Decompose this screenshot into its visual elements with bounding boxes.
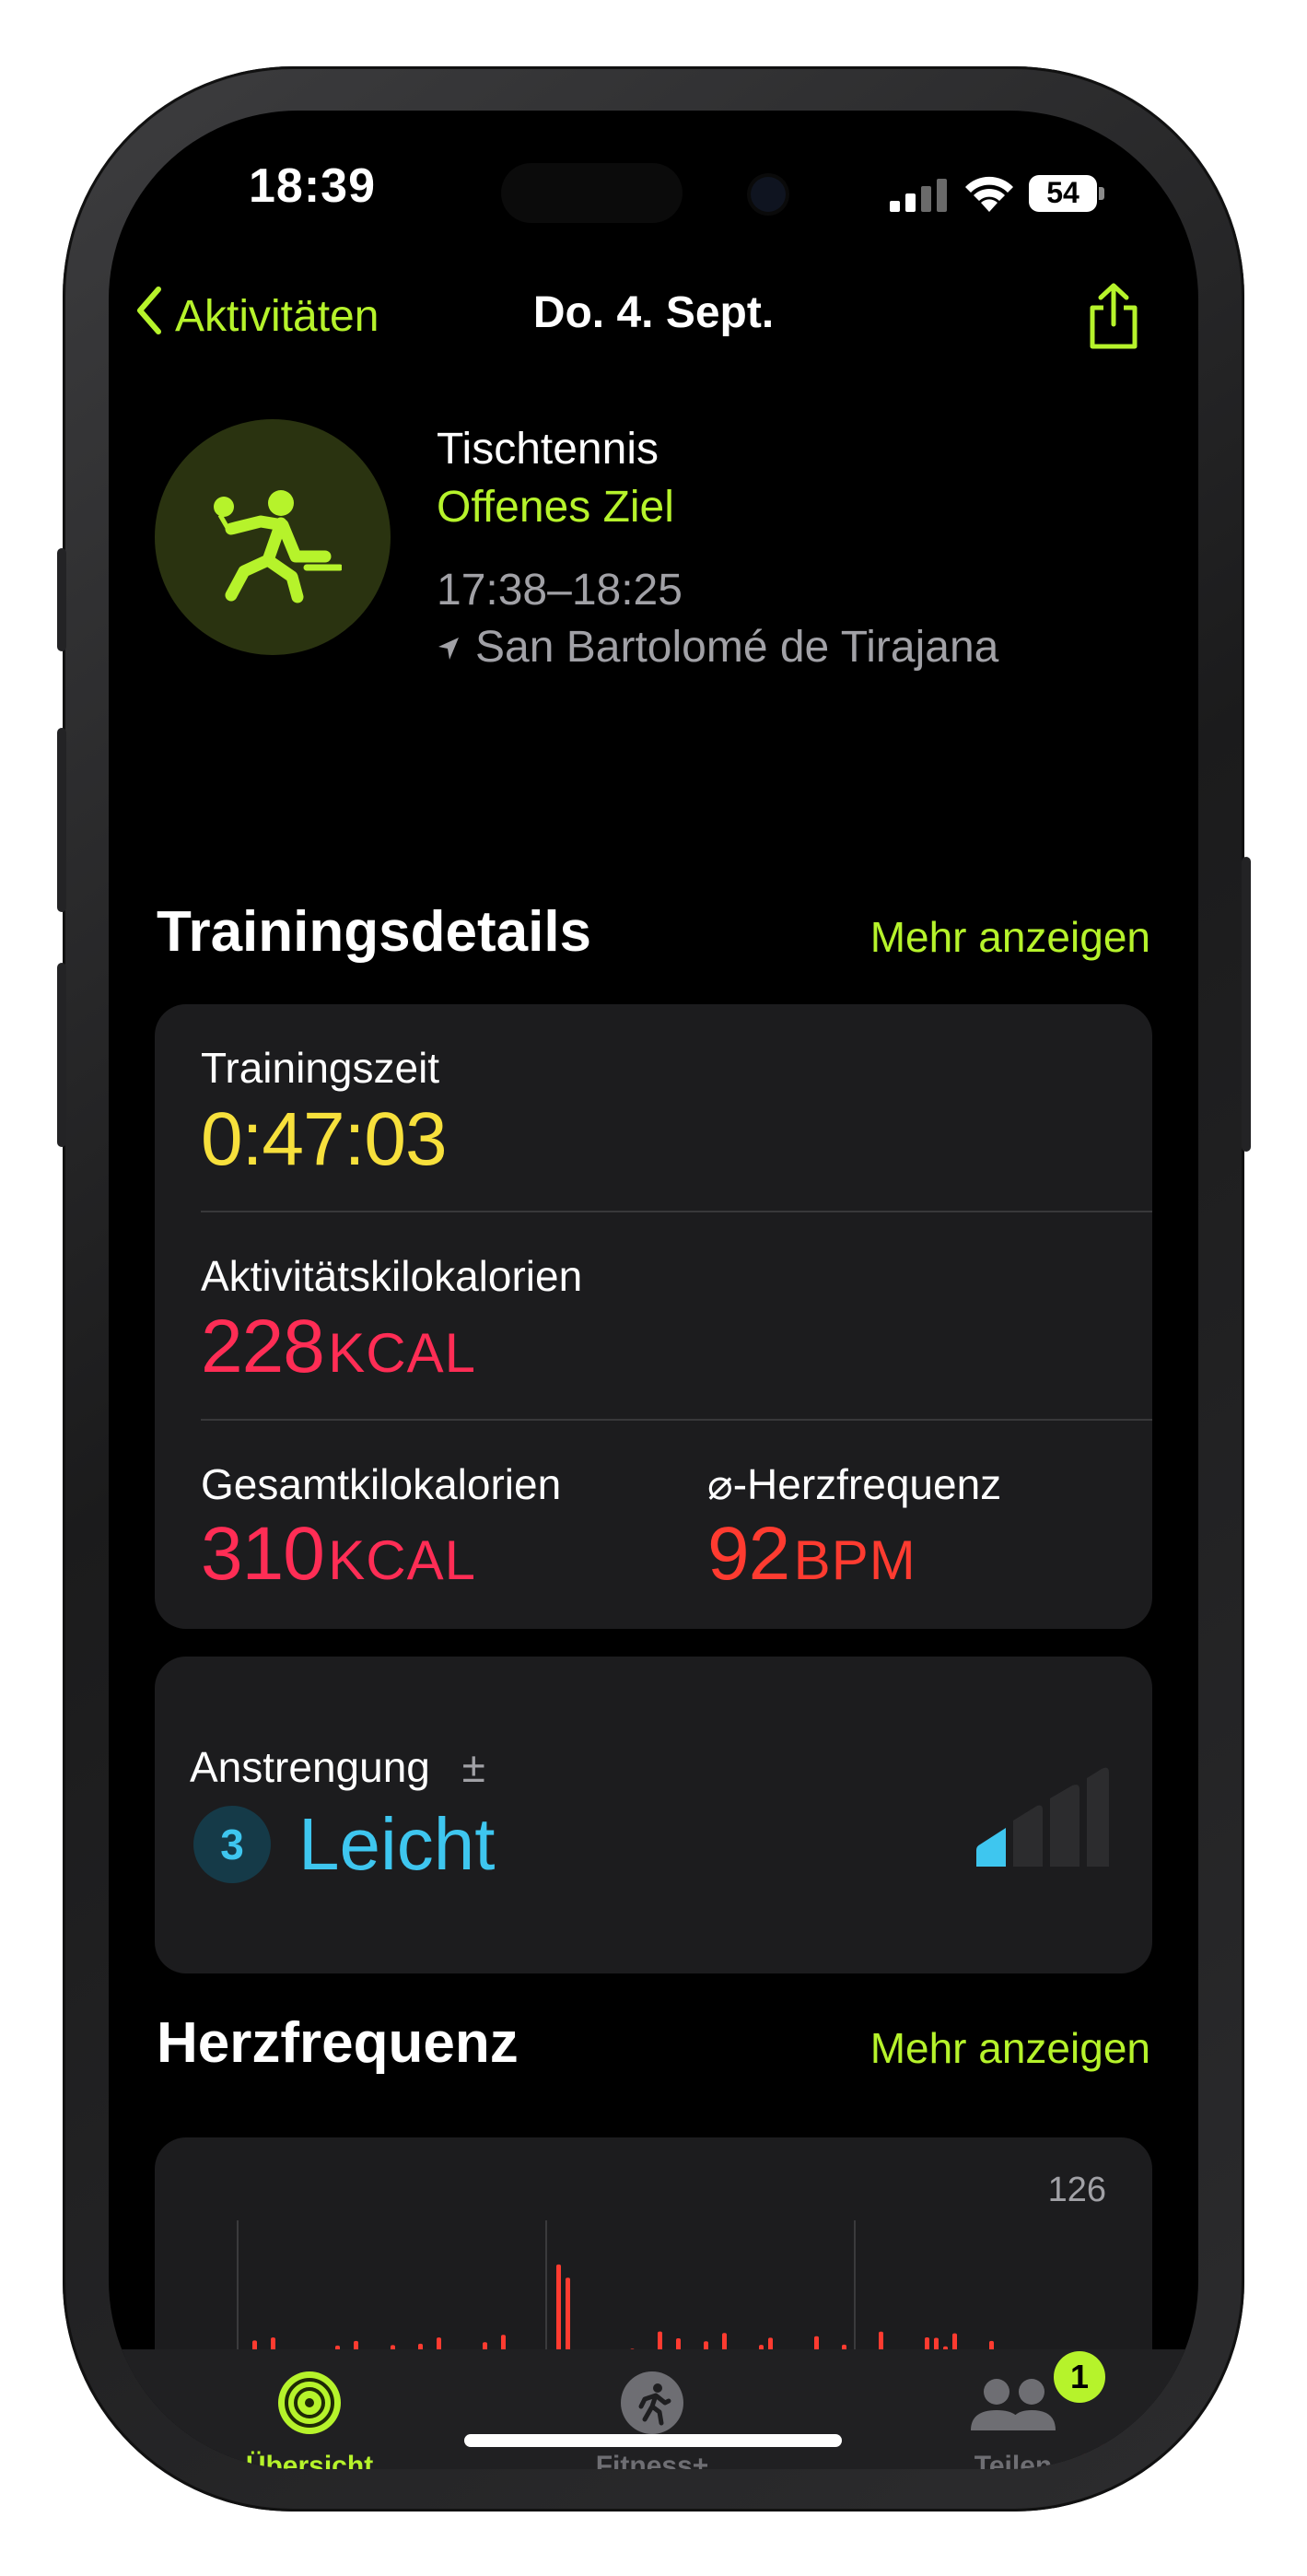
- avg-hr-label: ⌀-Herzfrequenz: [707, 1460, 1002, 1508]
- avg-hr-unit: BPM: [793, 1529, 916, 1591]
- wifi-icon: [963, 173, 1016, 218]
- effort-adjust-icon[interactable]: ±: [462, 1743, 485, 1791]
- activity-icon-circle: [155, 419, 391, 655]
- total-kcal-unit: KCAL: [328, 1529, 477, 1591]
- dynamic-island: [501, 163, 683, 223]
- effort-level: Leicht: [298, 1803, 496, 1885]
- avg-hr-number: 92: [707, 1512, 790, 1596]
- divider: [201, 1211, 1152, 1212]
- training-details-title: Trainingsdetails: [157, 900, 592, 964]
- status-time: 18:39: [249, 159, 376, 213]
- volume-up-button: [57, 728, 66, 912]
- divider: [201, 1419, 1152, 1421]
- front-camera: [751, 177, 786, 212]
- battery-level: 54: [1046, 176, 1079, 209]
- activity-rings-icon: [278, 2371, 341, 2434]
- share-icon: [1090, 283, 1138, 349]
- active-kcal-number: 228: [201, 1305, 325, 1388]
- effort-meter-icon: [973, 1758, 1111, 1873]
- effort-label: Anstrengung ±: [190, 1742, 485, 1792]
- training-details-more-link[interactable]: Mehr anzeigen: [870, 912, 1150, 962]
- heart-rate-max-label: 126: [1047, 2171, 1106, 2209]
- tab-overview[interactable]: Übersicht: [217, 2368, 402, 2469]
- effort-score-badge: 3: [193, 1806, 271, 1883]
- cellular-signal-icon: [890, 177, 949, 218]
- heart-rate-more-link[interactable]: Mehr anzeigen: [870, 2023, 1150, 2073]
- total-kcal-value: 310 KCAL: [201, 1511, 476, 1598]
- activity-goal: Offenes Ziel: [437, 483, 674, 532]
- active-kcal-value: 228 KCAL: [201, 1304, 476, 1390]
- screen: 18:39 54 Aktivitäten Do. 4. Sept. Tischt…: [109, 111, 1198, 2469]
- sharing-notification-badge: 1: [1054, 2351, 1105, 2403]
- total-kcal-label: Gesamtkilokalorien: [201, 1460, 562, 1508]
- training-details-card[interactable]: Trainingszeit 0:47:03 Aktivitätskilokalo…: [155, 1004, 1152, 1629]
- tab-overview-label: Übersicht: [245, 2451, 374, 2469]
- location-label: San Bartolomé de Tirajana: [475, 623, 999, 672]
- activity-time-range: 17:38–18:25: [437, 566, 683, 615]
- active-kcal-unit: KCAL: [328, 1322, 477, 1384]
- tab-sharing-label: Teilen: [974, 2451, 1053, 2469]
- activity-location: San Bartolomé de Tirajana: [437, 622, 998, 673]
- volume-down-button: [57, 963, 66, 1147]
- heart-rate-title: Herzfrequenz: [157, 2011, 519, 2075]
- battery-icon: 54: [1029, 175, 1104, 212]
- tab-fitness-plus-label: Fitness+: [595, 2451, 709, 2469]
- training-time-value: 0:47:03: [201, 1097, 448, 1181]
- active-kcal-label: Aktivitätskilokalorien: [201, 1252, 583, 1300]
- people-icon: [971, 2379, 1056, 2430]
- location-arrow-icon: [437, 622, 461, 673]
- share-button[interactable]: [1085, 282, 1142, 357]
- total-kcal-number: 310: [201, 1512, 325, 1596]
- fitness-plus-icon: [621, 2371, 683, 2434]
- action-button: [57, 548, 66, 651]
- avg-hr-value: 92 BPM: [707, 1511, 916, 1598]
- table-tennis-icon: [214, 490, 342, 603]
- activity-type: Tischtennis: [437, 425, 659, 474]
- power-button: [1242, 857, 1251, 1152]
- training-time-label: Trainingszeit: [201, 1044, 440, 1092]
- home-indicator: [464, 2434, 842, 2447]
- page-title: Do. 4. Sept.: [532, 288, 775, 337]
- tab-fitness-plus[interactable]: Fitness+: [560, 2368, 744, 2469]
- effort-label-text: Anstrengung: [190, 1743, 430, 1791]
- effort-card[interactable]: Anstrengung ± 3 Leicht: [155, 1657, 1152, 1973]
